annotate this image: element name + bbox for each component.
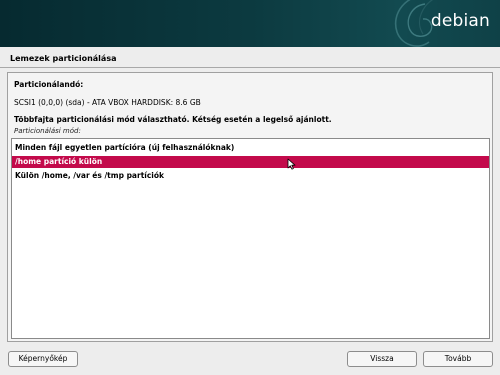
page-title: Lemezek particionálása: [10, 54, 117, 63]
hint-text: Többfajta particionálási mód választható…: [14, 115, 332, 124]
back-button[interactable]: Vissza: [347, 351, 417, 367]
mouse-pointer-icon: [287, 158, 296, 170]
screenshot-button[interactable]: Képernyőkép: [8, 351, 78, 367]
question-label: Particionálandó:: [14, 80, 84, 89]
header-banner: debian: [0, 0, 500, 47]
partitioning-method-list[interactable]: Minden fájl egyetlen partícióra (új felh…: [11, 138, 490, 339]
list-item-separate-home-var-tmp[interactable]: Külön /home, /var és /tmp partíciók: [12, 170, 489, 182]
continue-button[interactable]: Tovább: [423, 351, 493, 367]
title-divider: [0, 67, 500, 68]
disk-description: SCSI1 (0,0,0) (sda) - ATA VBOX HARDDISK:…: [14, 98, 201, 107]
list-caption: Particionálási mód:: [14, 127, 81, 135]
list-item-separate-home[interactable]: /home partíció külön: [12, 156, 489, 168]
debian-logo-text: debian: [430, 11, 490, 31]
list-item-single-partition[interactable]: Minden fájl egyetlen partícióra (új felh…: [12, 142, 489, 154]
